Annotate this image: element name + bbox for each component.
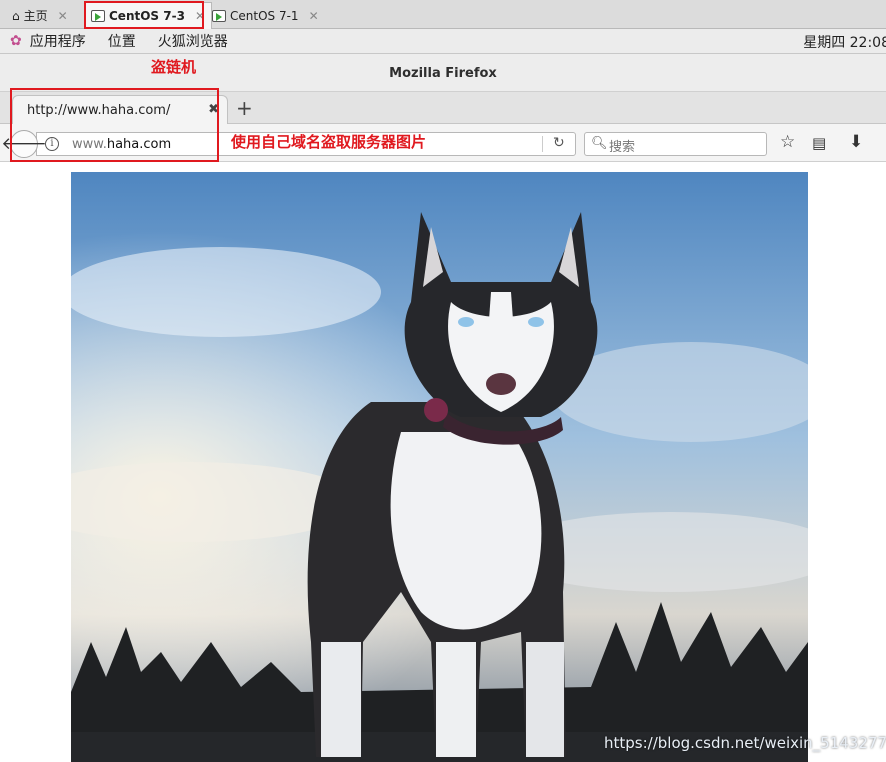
firefox-menu[interactable]: 火狐浏览器 [158,31,228,51]
search-icon: 🔍︎ [591,136,608,151]
annotation-description: 使用自己域名盗取服务器图片 [231,133,427,151]
window-title: Mozilla Firefox [0,54,886,92]
downloads-icon[interactable]: ⬇ [849,132,863,152]
vm-tab-label: 主页 [23,9,48,23]
highlight-url-box [10,88,219,162]
search-placeholder: 搜索 [609,140,636,155]
gnome-top-bar: ✿ 应用程序 位置 火狐浏览器 星期四 22:08 [0,29,886,54]
bookmarks-menu-icon[interactable]: ▤ [812,134,826,152]
vm-tab-centos-7-1[interactable]: CentOS 7-1 ✕ [206,2,325,29]
reload-icon[interactable]: ↻ [553,135,565,151]
clock[interactable]: 星期四 22:08 [803,32,886,52]
gnome-foot-icon: ✿ [10,33,22,49]
close-icon[interactable]: ✕ [58,9,68,23]
annotation-hotlink-label: 盗链机 [151,58,197,76]
vm-tab-home[interactable]: ⌂ 主页 ✕ [6,2,74,29]
search-bar[interactable]: 🔍︎ 搜索 [584,132,767,156]
husky-photo [71,172,808,762]
vm-tab-label: CentOS 7-1 [230,8,299,23]
vm-running-icon [212,9,226,22]
close-icon[interactable]: ✕ [309,9,319,23]
watermark: https://blog.csdn.net/weixin_51432770 [604,734,886,752]
applications-menu[interactable]: 应用程序 [30,31,86,51]
divider [542,136,543,152]
places-menu[interactable]: 位置 [108,31,136,51]
bookmark-star-icon[interactable]: ☆ [780,132,795,152]
home-icon: ⌂ [12,8,20,23]
highlight-vm-tab-box [84,1,204,29]
new-tab-icon[interactable]: + [236,96,253,120]
